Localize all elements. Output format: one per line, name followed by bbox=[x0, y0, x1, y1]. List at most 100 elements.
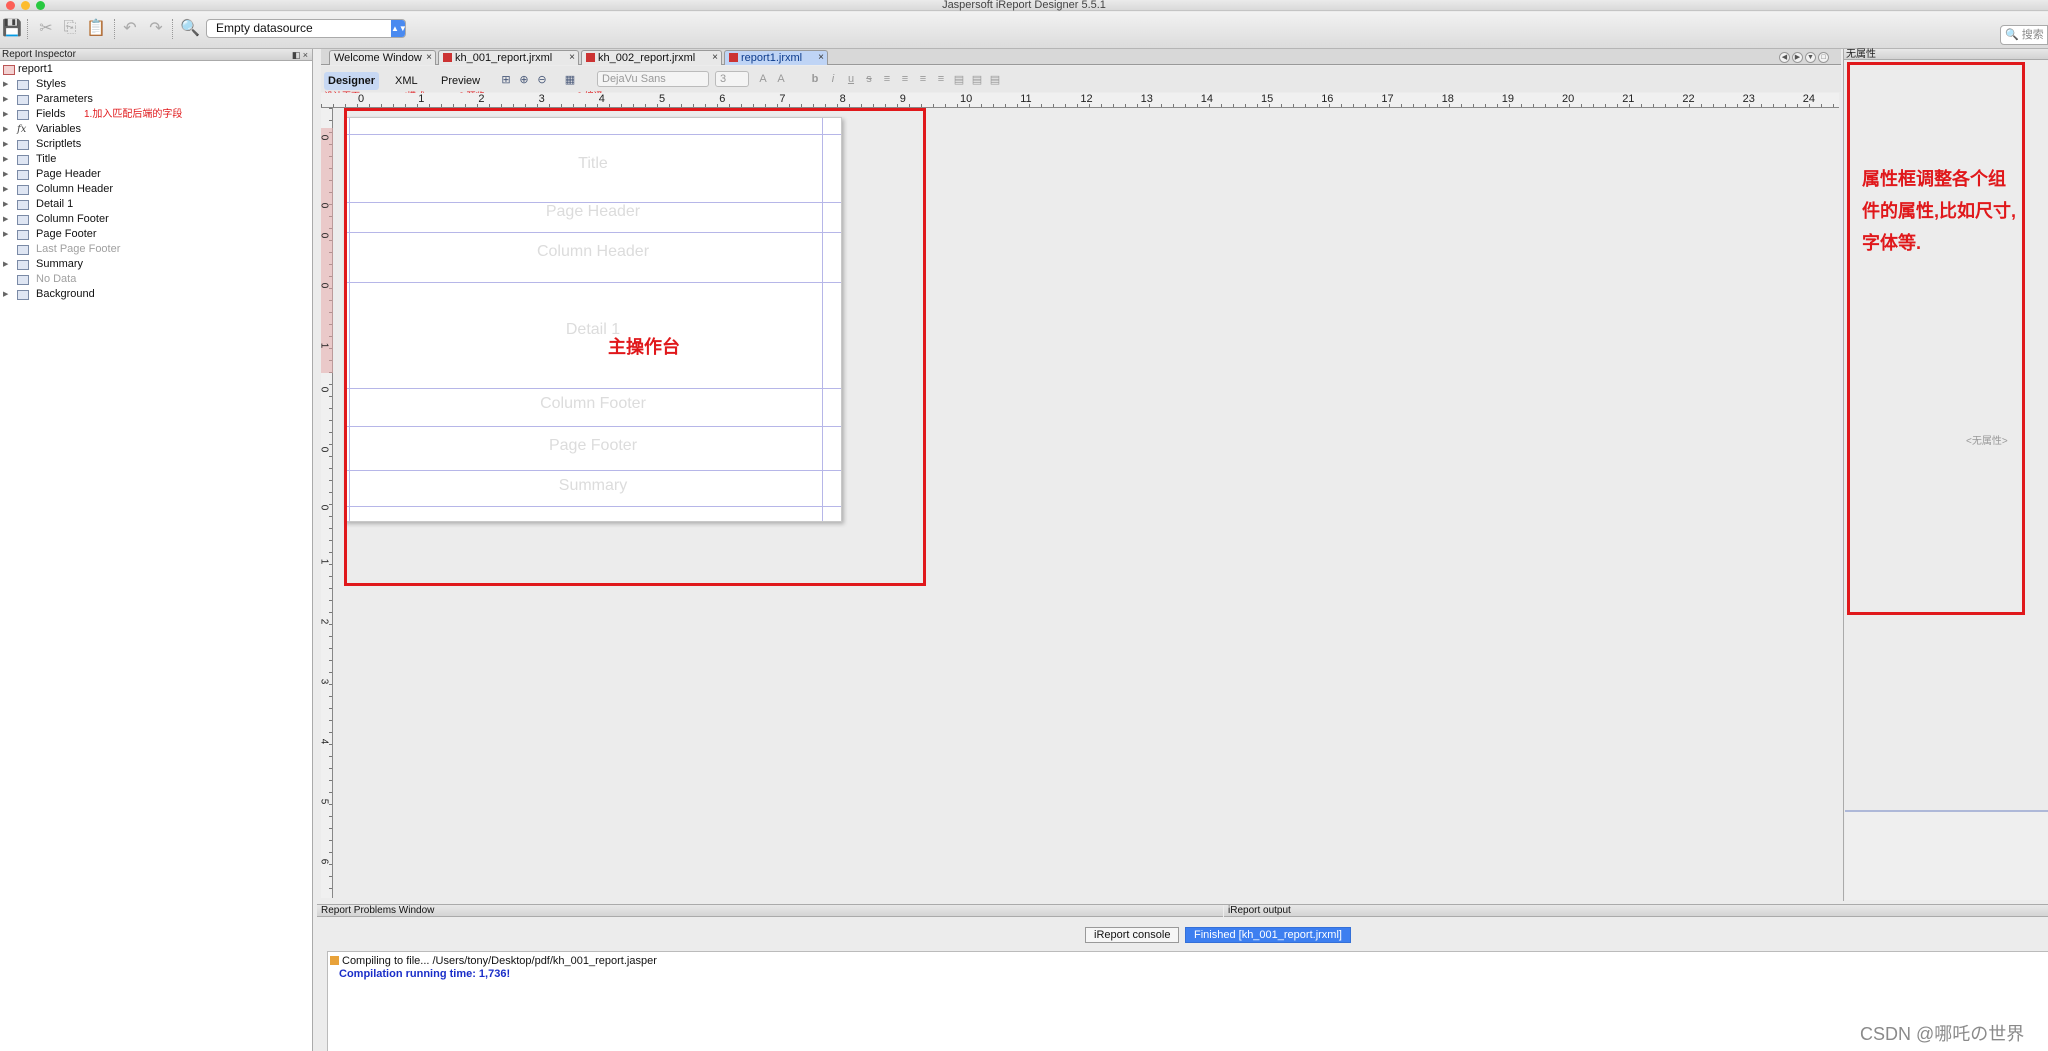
ruler-label: 1 bbox=[318, 558, 330, 565]
tree-item[interactable]: ▶ Background bbox=[0, 287, 312, 302]
tree-item[interactable]: Last Page Footer bbox=[0, 242, 312, 257]
search-input[interactable]: 🔍 搜索 bbox=[2000, 25, 2048, 45]
ruler-label: 23 bbox=[1742, 93, 1755, 105]
tab-finished-output[interactable]: Finished [kh_001_report.jrxml] bbox=[1185, 927, 1351, 943]
compile-icon[interactable]: ▦ bbox=[563, 73, 577, 87]
document-tab[interactable]: report1.jrxml × bbox=[724, 50, 828, 65]
paste-icon[interactable]: 📋 bbox=[86, 18, 106, 38]
align-right-icon[interactable]: ≡ bbox=[916, 73, 930, 87]
expand-icon[interactable]: ▶ bbox=[3, 107, 8, 122]
increase-font-icon[interactable]: A bbox=[756, 73, 770, 87]
close-tab-icon[interactable]: × bbox=[426, 51, 432, 65]
tree-item[interactable]: ▶ Summary bbox=[0, 257, 312, 272]
bold-icon[interactable]: b bbox=[808, 73, 822, 87]
ruler-label: 5 bbox=[659, 93, 666, 105]
main-toolbar: 💾 ✂ ⎘ 📋 ↶ ↷ 🔍 Empty datasource ▲▼ 🔍 搜索 bbox=[0, 12, 2048, 49]
ruler-label: 20 bbox=[1562, 93, 1575, 105]
tree-item[interactable]: ▶ Fields 1.加入匹配后端的字段 bbox=[0, 107, 312, 122]
panel-controls[interactable]: ◧ × bbox=[292, 49, 308, 61]
node-icon bbox=[17, 155, 29, 165]
maximize-icon[interactable]: □ bbox=[1818, 52, 1829, 63]
align-justify-icon[interactable]: ≡ bbox=[934, 73, 948, 87]
decrease-font-icon[interactable]: A bbox=[774, 73, 788, 87]
chevron-left-icon[interactable]: ◀ bbox=[1779, 52, 1790, 63]
tab-designer[interactable]: Designer bbox=[324, 72, 380, 90]
cut-icon[interactable]: ✂ bbox=[36, 18, 56, 38]
tree-item[interactable]: ▶ Parameters bbox=[0, 92, 312, 107]
expand-icon[interactable]: ▶ bbox=[3, 137, 8, 152]
align-middle-icon[interactable]: ▤ bbox=[970, 73, 984, 87]
properties-header: 无属性 bbox=[1844, 49, 2048, 60]
tree-item[interactable]: ▶ Page Header bbox=[0, 167, 312, 182]
expand-icon[interactable]: ▶ bbox=[3, 122, 8, 137]
expand-icon[interactable]: ▶ bbox=[3, 257, 8, 272]
node-icon bbox=[17, 215, 29, 225]
tree-item[interactable]: ▶ Column Header bbox=[0, 182, 312, 197]
document-tab[interactable]: kh_002_report.jrxml × bbox=[581, 50, 722, 65]
strikethrough-icon[interactable]: s bbox=[862, 73, 876, 87]
expand-icon[interactable]: ▶ bbox=[3, 227, 8, 242]
report-icon bbox=[3, 65, 15, 75]
tab-ireport-console[interactable]: iReport console bbox=[1085, 927, 1180, 943]
font-name-select[interactable]: DejaVu Sans bbox=[597, 71, 709, 87]
tab-preview[interactable]: Preview bbox=[437, 72, 484, 90]
tree-item[interactable]: No Data bbox=[0, 272, 312, 287]
document-tab[interactable]: Welcome Window × bbox=[329, 50, 436, 65]
underline-icon[interactable]: u bbox=[844, 73, 858, 87]
datasource-icon[interactable]: 🔍 bbox=[180, 18, 200, 38]
tree-item[interactable]: ▶ Detail 1 bbox=[0, 197, 312, 212]
chevron-right-icon[interactable]: ▶ bbox=[1792, 52, 1803, 63]
expand-icon[interactable]: ▶ bbox=[3, 77, 8, 92]
node-icon bbox=[17, 95, 29, 105]
font-size-select[interactable]: 3 bbox=[715, 71, 749, 87]
zoom-fit-icon[interactable]: ⊞ bbox=[499, 73, 513, 87]
tree-item[interactable]: ▶ fx Variables bbox=[0, 122, 312, 137]
copy-icon[interactable]: ⎘ bbox=[60, 18, 80, 38]
redo-icon[interactable]: ↷ bbox=[146, 18, 166, 38]
node-icon bbox=[17, 200, 29, 210]
close-tab-icon[interactable]: × bbox=[569, 51, 575, 65]
expand-icon[interactable]: ▶ bbox=[3, 92, 8, 107]
tree-item[interactable]: ▶ Styles bbox=[0, 77, 312, 92]
zoom-out-icon[interactable]: ⊖ bbox=[535, 73, 549, 87]
align-top-icon[interactable]: ▤ bbox=[952, 73, 966, 87]
tree-item[interactable]: ▶ Title bbox=[0, 152, 312, 167]
expand-icon[interactable]: ▶ bbox=[3, 197, 8, 212]
expand-icon[interactable]: ▶ bbox=[3, 212, 8, 227]
properties-highlight bbox=[1847, 62, 2025, 615]
align-center-icon[interactable]: ≡ bbox=[898, 73, 912, 87]
ruler-label: 7 bbox=[779, 93, 786, 105]
italic-icon[interactable]: i bbox=[826, 73, 840, 87]
node-icon bbox=[17, 170, 29, 180]
ruler-label: 16 bbox=[1321, 93, 1334, 105]
align-bottom-icon[interactable]: ▤ bbox=[988, 73, 1002, 87]
ruler-label: 0 bbox=[318, 202, 330, 209]
align-left-icon[interactable]: ≡ bbox=[880, 73, 894, 87]
ruler-label: 0 bbox=[318, 446, 330, 453]
expand-icon[interactable]: ▶ bbox=[3, 167, 8, 182]
ruler-label: 0 bbox=[318, 386, 330, 393]
ruler-label: 17 bbox=[1381, 93, 1394, 105]
tree-item[interactable]: ▶ Page Footer bbox=[0, 227, 312, 242]
document-tab[interactable]: kh_001_report.jrxml × bbox=[438, 50, 579, 65]
tab-xml[interactable]: XML bbox=[391, 72, 422, 90]
datasource-select[interactable]: Empty datasource ▲▼ bbox=[206, 19, 407, 38]
close-tab-icon[interactable]: × bbox=[818, 51, 824, 65]
tree-item[interactable]: ▶ Column Footer bbox=[0, 212, 312, 227]
ruler-label: 18 bbox=[1441, 93, 1454, 105]
chevron-down-icon[interactable]: ▼ bbox=[1805, 52, 1816, 63]
tree-root[interactable]: report1 bbox=[0, 62, 312, 77]
ruler-label: 11 bbox=[1020, 93, 1032, 105]
expand-icon[interactable]: ▶ bbox=[3, 287, 8, 302]
ruler-label: 10 bbox=[960, 93, 973, 105]
undo-icon[interactable]: ↶ bbox=[120, 18, 140, 38]
node-icon bbox=[17, 140, 29, 150]
expand-icon[interactable]: ▶ bbox=[3, 152, 8, 167]
ruler-label: 12 bbox=[1080, 93, 1093, 105]
save-icon[interactable]: 💾 bbox=[2, 18, 22, 38]
zoom-in-icon[interactable]: ⊕ bbox=[517, 73, 531, 87]
close-tab-icon[interactable]: × bbox=[712, 51, 718, 65]
expand-icon[interactable]: ▶ bbox=[3, 182, 8, 197]
tree-item[interactable]: ▶ Scriptlets bbox=[0, 137, 312, 152]
ruler-label: 4 bbox=[318, 738, 330, 745]
